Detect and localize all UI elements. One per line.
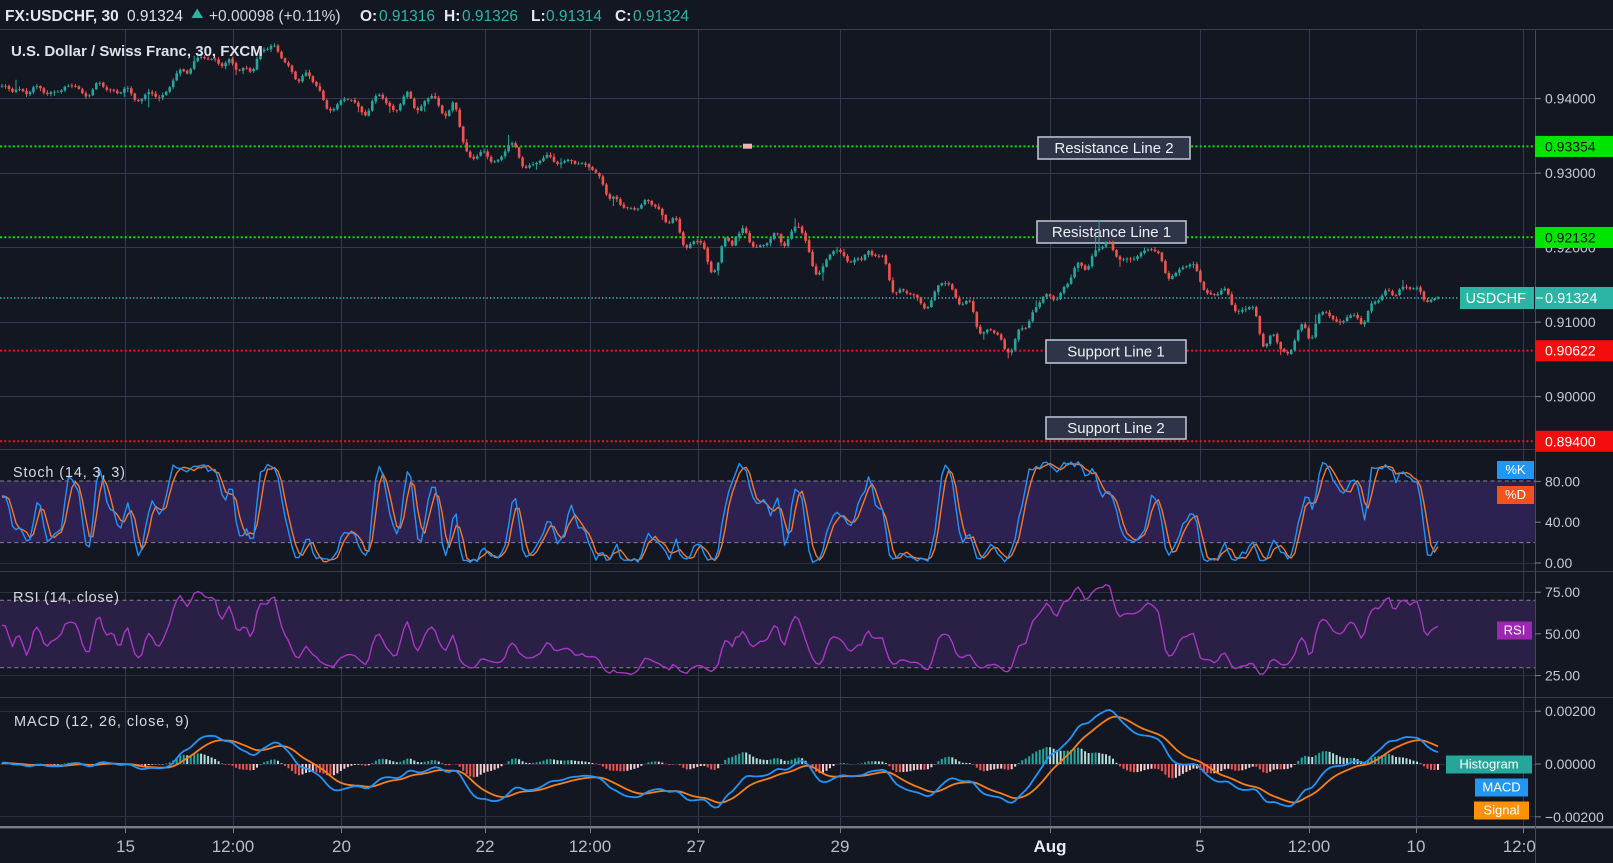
- svg-text:O:: O:: [360, 8, 377, 25]
- svg-text:H:: H:: [444, 8, 460, 25]
- svg-text:%K: %K: [1505, 462, 1526, 477]
- svg-text:Support Line 1: Support Line 1: [1067, 344, 1165, 361]
- svg-text:0.89400: 0.89400: [1545, 433, 1596, 449]
- svg-text:0.91000: 0.91000: [1545, 314, 1596, 330]
- svg-text:40.00: 40.00: [1545, 514, 1580, 530]
- svg-text:0.93000: 0.93000: [1545, 165, 1596, 181]
- svg-text:+0.00098 (+0.11%): +0.00098 (+0.11%): [209, 8, 341, 25]
- svg-text:USDCHF: USDCHF: [1466, 291, 1527, 307]
- svg-text:0.00000: 0.00000: [1545, 756, 1596, 772]
- svg-text:12:00: 12:00: [1288, 837, 1331, 856]
- svg-text:RSI (14, close): RSI (14, close): [13, 590, 119, 606]
- svg-text:75.00: 75.00: [1545, 584, 1580, 600]
- svg-text:FX:USDCHF, 30: FX:USDCHF, 30: [5, 8, 119, 25]
- svg-text:Signal: Signal: [1483, 803, 1519, 818]
- svg-text:0.91324: 0.91324: [633, 8, 689, 25]
- svg-text:27: 27: [687, 837, 706, 856]
- svg-text:Stoch (14, 3, 3): Stoch (14, 3, 3): [13, 465, 125, 481]
- svg-text:RSI: RSI: [1504, 623, 1526, 638]
- svg-text:22: 22: [476, 837, 495, 856]
- svg-text:−0.00200: −0.00200: [1545, 809, 1604, 825]
- svg-text:MACD: MACD: [1482, 780, 1520, 795]
- svg-text:0.91324: 0.91324: [127, 8, 183, 25]
- svg-text:Histogram: Histogram: [1459, 757, 1518, 772]
- svg-text:Aug: Aug: [1033, 837, 1066, 856]
- svg-text:20: 20: [332, 837, 351, 856]
- svg-text:Resistance Line 2: Resistance Line 2: [1054, 140, 1173, 157]
- svg-text:C:: C:: [615, 8, 631, 25]
- svg-text:0.00: 0.00: [1545, 555, 1572, 571]
- svg-text:50.00: 50.00: [1545, 626, 1580, 642]
- svg-text:29: 29: [831, 837, 850, 856]
- svg-text:15: 15: [116, 837, 135, 856]
- svg-text:5: 5: [1195, 837, 1204, 856]
- svg-text:25.00: 25.00: [1545, 668, 1580, 684]
- svg-text:0.91314: 0.91314: [546, 8, 602, 25]
- svg-text:0.94000: 0.94000: [1545, 91, 1596, 107]
- svg-text:0.90622: 0.90622: [1545, 343, 1596, 359]
- svg-text:10: 10: [1407, 837, 1426, 856]
- svg-text:0.91316: 0.91316: [379, 8, 435, 25]
- svg-text:U.S. Dollar / Swiss Franc, 30,: U.S. Dollar / Swiss Franc, 30, FXCM: [11, 43, 263, 60]
- svg-text:0.00200: 0.00200: [1545, 703, 1596, 719]
- svg-text:0.90000: 0.90000: [1545, 389, 1596, 405]
- svg-text:0.92132: 0.92132: [1545, 230, 1596, 246]
- svg-text:Support Line 2: Support Line 2: [1067, 420, 1165, 437]
- svg-text:12:00: 12:00: [569, 837, 612, 856]
- svg-text:MACD (12, 26, close, 9): MACD (12, 26, close, 9): [14, 714, 189, 730]
- svg-text:L:: L:: [531, 8, 546, 25]
- svg-text:%D: %D: [1505, 487, 1526, 502]
- svg-text:Resistance Line 1: Resistance Line 1: [1052, 224, 1171, 241]
- svg-text:0.91324: 0.91324: [1545, 291, 1597, 307]
- svg-text:12:00: 12:00: [212, 837, 255, 856]
- svg-text:0.91326: 0.91326: [462, 8, 518, 25]
- svg-text:80.00: 80.00: [1545, 473, 1580, 489]
- svg-text:0.93354: 0.93354: [1545, 138, 1596, 154]
